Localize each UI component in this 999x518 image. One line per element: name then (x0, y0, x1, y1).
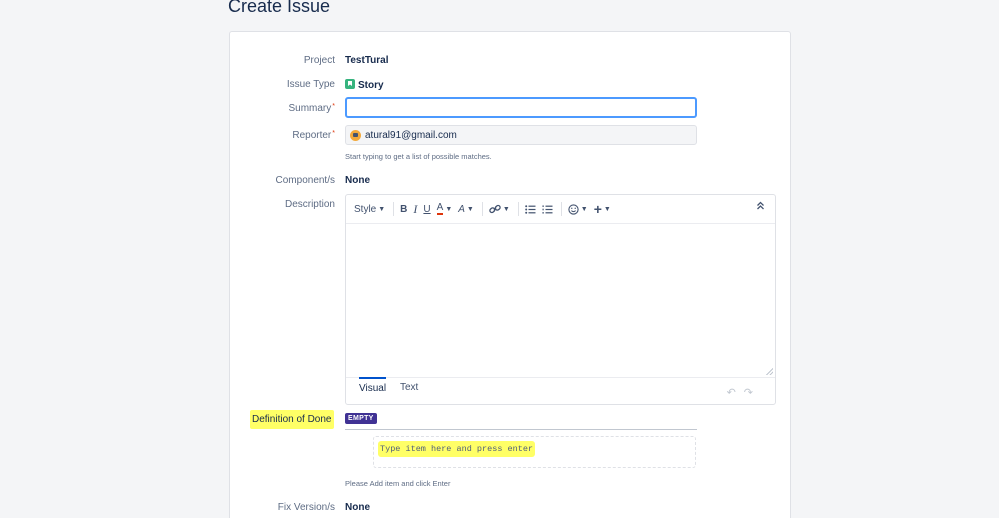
redo-icon[interactable]: ↷ (744, 387, 761, 399)
description-text-area[interactable] (346, 224, 775, 377)
insert-more-button[interactable]: + ▼ (594, 200, 611, 218)
chevron-down-icon: ▼ (466, 205, 474, 213)
divider (345, 429, 697, 430)
more-format-button[interactable]: A ▼ (458, 200, 474, 218)
toolbar-divider (517, 202, 519, 216)
status-badge: EMPTY (345, 413, 377, 424)
reporter-hint: Start typing to get a list of possible m… (345, 152, 492, 161)
collapse-toolbar-button[interactable] (756, 201, 765, 213)
dod-placeholder: Type item here and press enter (378, 441, 536, 457)
issue-type-text: Story (358, 80, 384, 91)
editor-mode-tabs: Visual Text ↶↷ (346, 377, 775, 405)
issue-type-label: Issue Type (286, 79, 335, 90)
chevron-down-icon: ▼ (445, 205, 453, 213)
undo-redo-buttons[interactable]: ↶↷ (727, 386, 761, 399)
emoji-button[interactable]: ▼ (568, 200, 588, 218)
numbered-list-button[interactable] (542, 200, 553, 218)
bold-button[interactable]: B (400, 200, 407, 218)
text-color-button[interactable]: A ▼ (436, 200, 453, 218)
components-label: Component/s (275, 175, 335, 186)
bullet-list-icon (524, 204, 536, 214)
issue-type-value[interactable]: Story (345, 79, 384, 91)
underline-button[interactable]: U (423, 200, 430, 218)
chevron-down-icon: ▼ (378, 205, 386, 213)
definition-of-done-input[interactable]: Type item here and press enter (373, 436, 696, 468)
undo-icon[interactable]: ↶ (727, 387, 744, 399)
toolbar-divider (481, 202, 483, 216)
page-title: Create Issue (228, 0, 331, 16)
toolbar-divider (560, 202, 562, 216)
text-color-icon: A (436, 202, 444, 215)
reporter-label: Reporter* (292, 130, 335, 141)
definition-of-done-label: Definition of Done (250, 410, 334, 429)
description-editor: Style ▼ B I U A ▼ A ▼ ▼ ▼ + ▼ Visual Tex… (345, 194, 776, 405)
link-button[interactable]: ▼ (489, 200, 510, 218)
fix-versions-value[interactable]: None (345, 502, 370, 513)
components-value[interactable]: None (345, 175, 370, 186)
text-format-icon: A (458, 203, 465, 215)
summary-label-text: Summary (288, 103, 332, 114)
emoji-icon (568, 203, 579, 215)
style-label: Style (354, 203, 377, 215)
required-mark: * (332, 130, 335, 137)
reporter-value: atural91@gmail.com (365, 129, 457, 141)
story-icon (345, 79, 355, 89)
reporter-label-text: Reporter (292, 130, 332, 141)
editor-toolbar: Style ▼ B I U A ▼ A ▼ ▼ ▼ + ▼ (346, 195, 775, 224)
project-label: Project (303, 55, 335, 66)
style-dropdown[interactable]: Style ▼ (354, 200, 385, 218)
plus-icon: + (593, 201, 602, 217)
chevron-down-icon: ▼ (502, 205, 510, 213)
italic-button[interactable]: I (413, 200, 417, 218)
numbered-list-icon (542, 204, 553, 214)
chevron-down-icon: ▼ (603, 205, 611, 213)
chevron-down-icon: ▼ (580, 205, 588, 213)
tab-visual[interactable]: Visual (359, 377, 387, 397)
avatar (350, 129, 361, 141)
required-mark: * (332, 103, 335, 110)
tab-text[interactable]: Text (400, 382, 418, 396)
description-label: Description (284, 199, 335, 210)
summary-input[interactable] (345, 97, 697, 118)
resize-handle[interactable] (766, 368, 773, 375)
reporter-field[interactable]: atural91@gmail.com (345, 125, 697, 145)
toolbar-divider (393, 202, 395, 216)
project-value: TestTural (345, 55, 389, 66)
summary-label: Summary* (288, 103, 335, 114)
link-icon (489, 204, 501, 214)
collapse-icon (757, 201, 764, 210)
bullet-list-button[interactable] (524, 200, 536, 218)
definition-of-done-hint: Please Add item and click Enter (345, 479, 451, 488)
fix-versions-label: Fix Version/s (277, 502, 335, 513)
